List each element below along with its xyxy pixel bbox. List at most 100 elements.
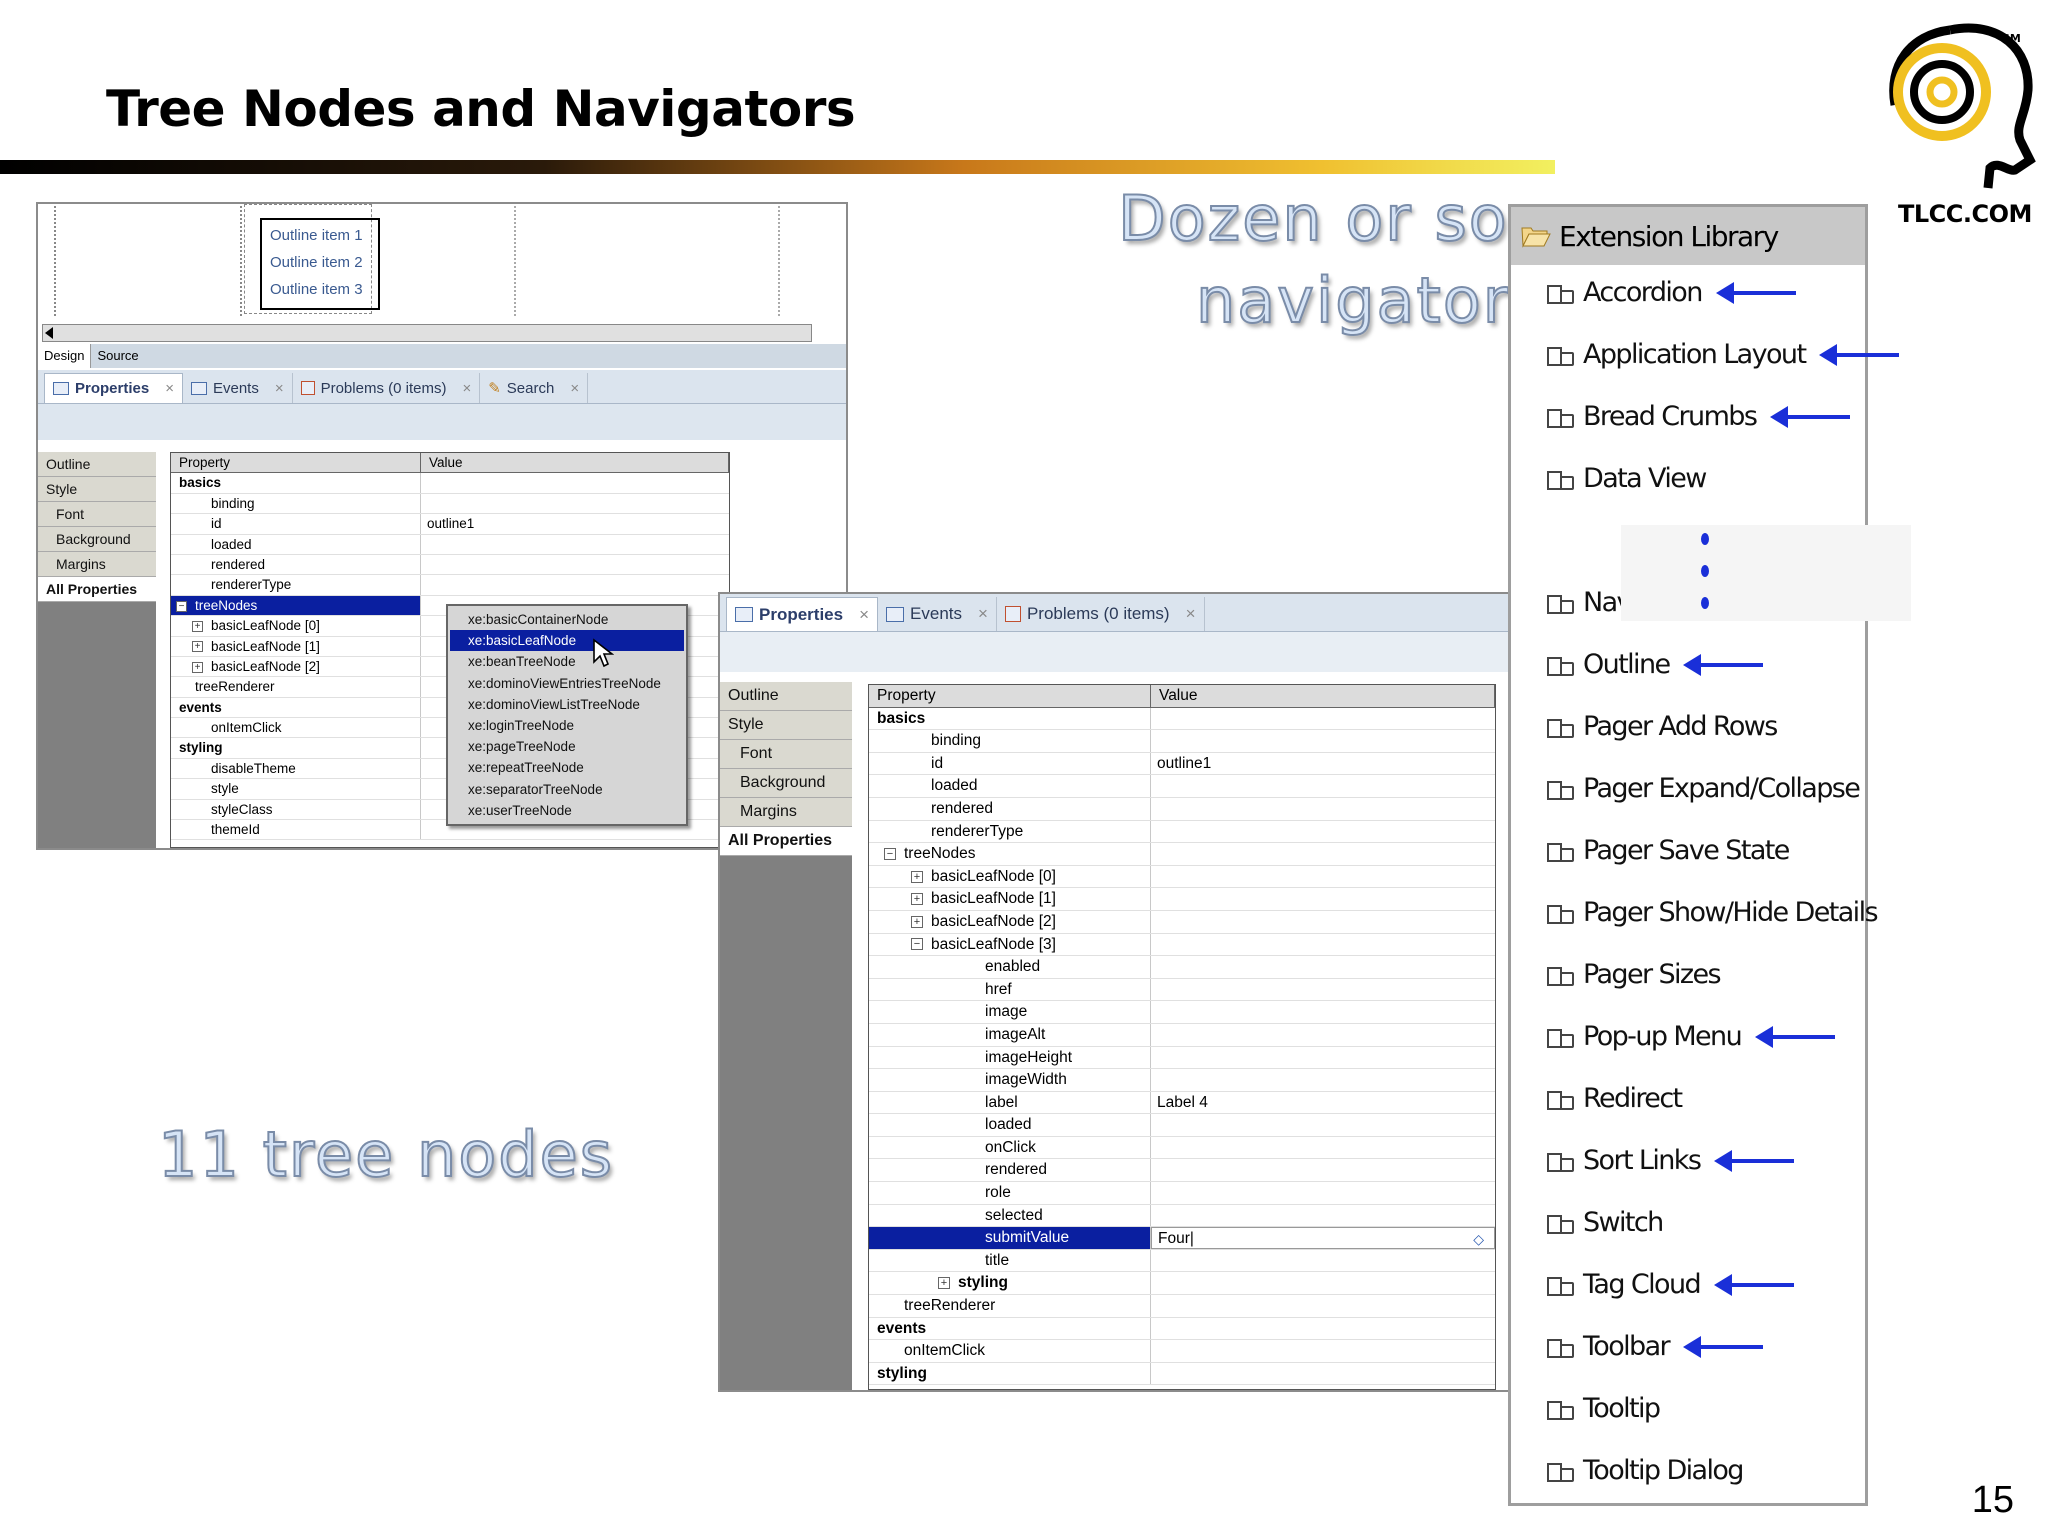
category-font[interactable]: Font — [720, 740, 852, 769]
property-row[interactable]: rendererType — [171, 575, 729, 596]
extension-library-item[interactable]: Accordion — [1547, 277, 1796, 308]
property-row[interactable]: −events — [869, 1317, 1495, 1341]
property-row[interactable]: href — [869, 978, 1495, 1002]
close-icon[interactable]: × — [165, 380, 174, 397]
close-icon[interactable]: × — [570, 380, 579, 397]
extension-library-item[interactable]: Toolbar — [1547, 1331, 1764, 1362]
extension-library-item[interactable]: Pager Show/Hide Details — [1547, 897, 1879, 928]
extension-library-item[interactable]: Tooltip — [1547, 1393, 1661, 1424]
expand-icon[interactable]: + — [192, 661, 203, 673]
category-all-properties[interactable]: All Properties — [38, 577, 156, 602]
popup-menu-item[interactable]: xe:beanTreeNode — [450, 651, 684, 672]
collapse-icon[interactable]: − — [176, 600, 187, 612]
property-row[interactable]: binding — [869, 730, 1495, 753]
property-row[interactable]: − treeNodes — [869, 843, 1495, 866]
extension-library-item[interactable]: Application Layout — [1547, 339, 1900, 370]
property-row[interactable]: imageWidth — [869, 1069, 1495, 1092]
category-background[interactable]: Background — [720, 769, 852, 798]
close-icon[interactable]: × — [859, 605, 869, 625]
property-row[interactable]: enabled — [869, 956, 1495, 979]
category-outline[interactable]: Outline — [38, 452, 156, 477]
extension-library-item[interactable]: Pager Sizes — [1547, 959, 1722, 990]
extension-library-item[interactable]: Data View — [1547, 463, 1707, 494]
property-row[interactable]: onItemClick — [869, 1340, 1495, 1363]
property-row[interactable]: onClick — [869, 1136, 1495, 1160]
property-row[interactable]: + basicLeafNode [2] — [869, 910, 1495, 934]
property-value-input[interactable]: Four — [1158, 1230, 1190, 1247]
popup-menu-item[interactable]: xe:dominoViewListTreeNode — [450, 694, 684, 715]
tab-source[interactable]: Source — [91, 344, 144, 368]
expand-icon[interactable]: + — [911, 915, 923, 928]
close-icon[interactable]: × — [1186, 604, 1196, 624]
close-icon[interactable]: × — [462, 380, 471, 397]
popup-menu-item[interactable]: xe:repeatTreeNode — [450, 757, 684, 778]
horizontal-scrollbar[interactable] — [42, 324, 812, 342]
property-row[interactable]: label Label 4 — [869, 1091, 1495, 1115]
popup-menu-item[interactable]: xe:loginTreeNode — [450, 715, 684, 736]
property-row[interactable]: rendered — [171, 554, 729, 576]
popup-menu-item[interactable]: xe:basicLeafNode — [450, 630, 684, 652]
property-column-header[interactable]: Property — [869, 685, 1151, 707]
tab-search[interactable]: ✎ Search × — [480, 373, 589, 403]
popup-menu-item[interactable]: xe:separatorTreeNode — [450, 779, 684, 800]
extension-library-item[interactable]: Bread Crumbs — [1547, 401, 1851, 432]
expand-icon[interactable]: + — [911, 870, 923, 883]
property-row[interactable]: −basics — [869, 707, 1495, 731]
property-row[interactable]: title — [869, 1249, 1495, 1273]
tab-problems[interactable]: Problems (0 items) × — [997, 597, 1205, 631]
category-background[interactable]: Background — [38, 527, 156, 552]
property-row[interactable]: id outline1 — [869, 752, 1495, 776]
category-margins[interactable]: Margins — [720, 798, 852, 827]
popup-menu-item[interactable]: xe:pageTreeNode — [450, 736, 684, 757]
popup-menu-item[interactable]: xe:dominoViewEntriesTreeNode — [450, 673, 684, 694]
collapse-icon[interactable]: − — [911, 938, 923, 951]
tab-problems[interactable]: Problems (0 items) × — [293, 373, 481, 403]
property-row[interactable]: − basicLeafNode [3] — [869, 933, 1495, 957]
popup-menu-item[interactable]: xe:basicContainerNode — [450, 609, 684, 630]
category-font[interactable]: Font — [38, 502, 156, 527]
tab-properties[interactable]: Properties × — [44, 373, 183, 403]
extension-library-item[interactable]: Tag Cloud — [1547, 1269, 1795, 1300]
tab-design[interactable]: Design — [38, 344, 92, 368]
extension-library-item[interactable]: Pager Add Rows — [1547, 711, 1778, 742]
value-column-header[interactable]: Value — [421, 453, 729, 473]
outline-item[interactable]: Outline item 1 — [270, 222, 370, 249]
expand-icon[interactable]: + — [192, 641, 203, 653]
extension-library-item[interactable]: Switch — [1547, 1207, 1664, 1238]
property-row[interactable]: rendered — [869, 1159, 1495, 1183]
category-margins[interactable]: Margins — [38, 552, 156, 577]
extension-library-item[interactable]: Tooltip Dialog — [1547, 1455, 1744, 1486]
property-row[interactable]: loaded — [171, 534, 729, 555]
property-row[interactable]: imageHeight — [869, 1046, 1495, 1070]
expand-icon[interactable]: + — [938, 1277, 950, 1290]
property-row[interactable]: −basics — [171, 473, 729, 494]
property-row[interactable]: rendered — [869, 797, 1495, 821]
collapse-icon[interactable]: − — [884, 848, 896, 861]
close-icon[interactable]: × — [275, 380, 284, 397]
property-row[interactable]: + basicLeafNode [1] — [869, 888, 1495, 911]
property-row[interactable]: + basicLeafNode [0] — [869, 865, 1495, 889]
property-row[interactable]: rendererType — [869, 820, 1495, 844]
property-row[interactable]: imageAlt — [869, 1023, 1495, 1047]
tab-events[interactable]: Events × — [183, 373, 293, 403]
close-icon[interactable]: × — [978, 604, 988, 624]
category-style[interactable]: Style — [720, 711, 852, 740]
category-all-properties[interactable]: All Properties — [720, 827, 852, 856]
property-row[interactable]: id outline1 — [171, 514, 729, 535]
category-style[interactable]: Style — [38, 477, 156, 502]
property-column-header[interactable]: Property — [171, 453, 421, 473]
property-row[interactable]: selected — [869, 1204, 1495, 1228]
extension-library-item[interactable]: Redirect — [1547, 1083, 1683, 1114]
extension-library-item[interactable]: Pager Save State — [1547, 835, 1790, 866]
outline-item[interactable]: Outline item 3 — [270, 276, 370, 303]
extension-library-item[interactable]: Pop-up Menu — [1547, 1021, 1836, 1052]
expand-icon[interactable]: + — [192, 621, 203, 633]
tab-properties[interactable]: Properties × — [726, 597, 879, 631]
property-row[interactable]: image — [869, 1001, 1495, 1024]
property-row[interactable]: submitValue Four| ◇ — [869, 1227, 1495, 1250]
category-outline[interactable]: Outline — [720, 682, 852, 711]
extension-library-item[interactable]: Sort Links — [1547, 1145, 1795, 1176]
property-row[interactable]: binding — [171, 493, 729, 515]
tab-events[interactable]: Events × — [878, 597, 997, 631]
property-row[interactable]: role — [869, 1182, 1495, 1205]
